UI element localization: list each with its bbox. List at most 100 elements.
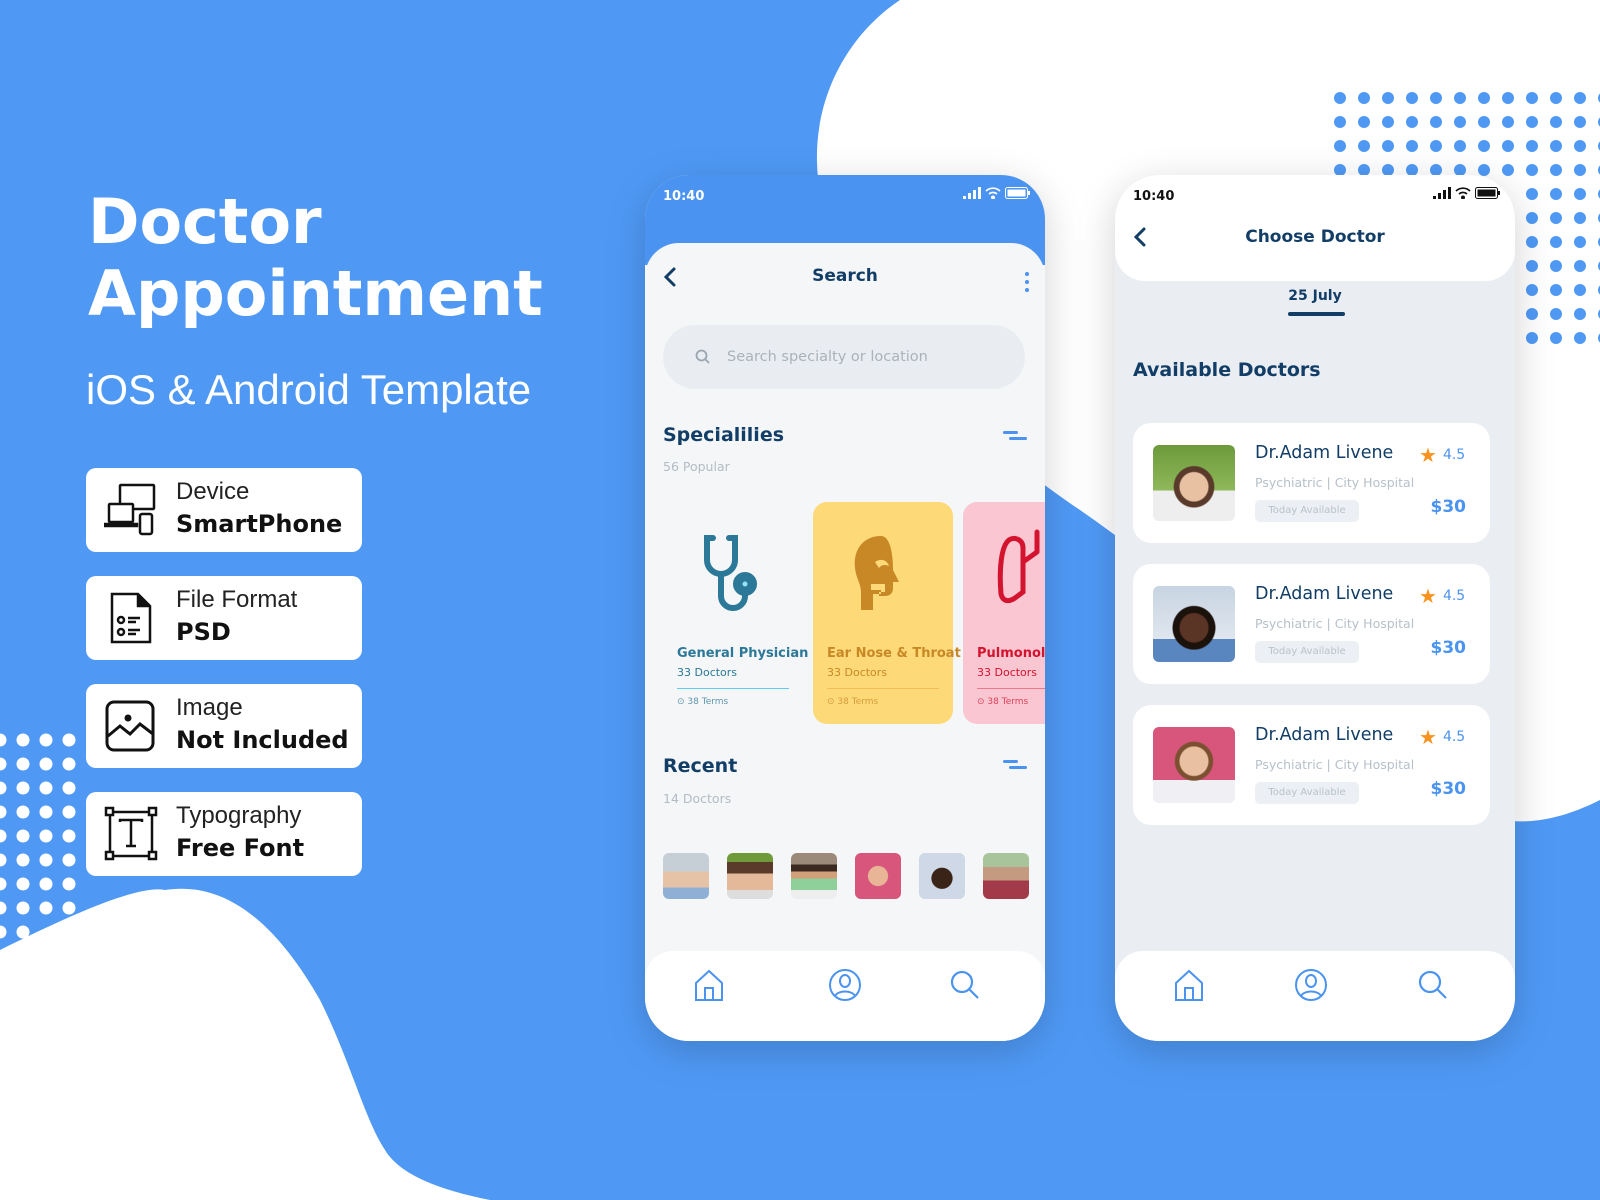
search-icon[interactable] xyxy=(947,967,983,1003)
recent-doctors-list xyxy=(663,853,1029,899)
info-card-typography: Typography Free Font xyxy=(86,792,362,876)
decor-dot xyxy=(0,733,7,747)
decor-dot xyxy=(1358,116,1370,128)
speciality-terms: ⊙ 38 Terms xyxy=(977,697,1029,707)
decor-dot xyxy=(1478,140,1490,152)
specialities-title: Specialilies xyxy=(663,424,785,446)
speciality-card[interactable]: Pulmonology 33 Doctors ⊙ 38 Terms xyxy=(963,502,1045,724)
info-card-label: Image xyxy=(176,694,243,721)
decor-dot xyxy=(1406,140,1418,152)
doctor-avatar[interactable] xyxy=(663,853,709,899)
specialities-carousel[interactable]: General Physician 33 Doctors ⊙ 38 Terms … xyxy=(663,502,1045,724)
decor-dot xyxy=(1526,212,1538,224)
availability-badge: Today Available xyxy=(1255,500,1359,522)
doctor-avatar[interactable] xyxy=(919,853,965,899)
decor-dot xyxy=(0,853,7,867)
doctor-card[interactable]: Dr.Adam Livene ★ 4.5 Psychiatric | City H… xyxy=(1133,705,1490,825)
decor-dot xyxy=(1334,92,1346,104)
decor-dot xyxy=(1574,212,1586,224)
decor-dot xyxy=(1526,140,1538,152)
divider xyxy=(977,688,1045,689)
doctor-card[interactable]: Dr.Adam Livene ★ 4.5 Psychiatric | City H… xyxy=(1133,564,1490,684)
decor-dot xyxy=(62,853,76,867)
decor-dot xyxy=(39,901,53,915)
decor-dot xyxy=(1574,332,1586,344)
doctor-specialty: Psychiatric | City Hospital xyxy=(1255,757,1415,772)
info-card-value: Free Font xyxy=(176,834,305,862)
decor-dot xyxy=(1550,212,1562,224)
decor-dot xyxy=(1526,92,1538,104)
decor-dot xyxy=(1526,236,1538,248)
doctor-avatar[interactable] xyxy=(791,853,837,899)
check-circle-icon: ⊙ xyxy=(977,697,988,707)
ent-head-icon xyxy=(854,536,899,610)
available-doctors-title: Available Doctors xyxy=(1133,359,1321,381)
speciality-terms: ⊙ 38 Terms xyxy=(677,697,729,707)
decor-dot xyxy=(1526,164,1538,176)
recent-filter-button[interactable] xyxy=(1003,760,1027,772)
decor-dot xyxy=(0,901,7,915)
decor-dot xyxy=(62,757,76,771)
decor-dot xyxy=(62,733,76,747)
decor-dot xyxy=(0,877,7,891)
decor-dot xyxy=(1550,164,1562,176)
page-title: Search xyxy=(812,266,878,286)
specialities-subtitle: 56 Popular xyxy=(663,459,730,474)
image-icon xyxy=(105,700,155,752)
doctor-rating: ★ 4.5 xyxy=(1419,584,1466,608)
search-input[interactable] xyxy=(727,345,1007,369)
star-icon: ★ xyxy=(1419,725,1437,749)
status-icons xyxy=(1433,187,1501,199)
decor-dot xyxy=(1550,236,1562,248)
decor-dot xyxy=(1382,116,1394,128)
date-tab[interactable]: 25 July xyxy=(1115,288,1515,304)
decor-dot xyxy=(16,925,30,939)
info-card-value: PSD xyxy=(176,618,231,646)
decor-dot xyxy=(1550,284,1562,296)
decor-dot xyxy=(1550,332,1562,344)
decor-dot xyxy=(1406,92,1418,104)
search-field[interactable] xyxy=(663,325,1025,389)
decor-dot xyxy=(16,901,30,915)
doctor-name: Dr.Adam Livene xyxy=(1255,443,1394,463)
decor-dot xyxy=(1574,284,1586,296)
decor-dot xyxy=(39,877,53,891)
decor-dot xyxy=(16,757,30,771)
speciality-name: Ear Nose & Throat xyxy=(827,646,961,661)
info-card-value: Not Included xyxy=(176,726,349,754)
decor-dot xyxy=(1478,92,1490,104)
search-icon[interactable] xyxy=(1415,967,1451,1003)
decor-dot xyxy=(1574,164,1586,176)
decor-dot xyxy=(62,877,76,891)
decor-dot xyxy=(1574,140,1586,152)
decor-dot xyxy=(16,781,30,795)
speciality-card[interactable]: Ear Nose & Throat 33 Doctors ⊙ 38 Terms xyxy=(813,502,961,724)
signal-icon xyxy=(963,187,981,199)
decor-dot xyxy=(1550,140,1562,152)
decor-dot xyxy=(16,733,30,747)
more-options-button[interactable] xyxy=(1023,270,1031,294)
decor-dot xyxy=(1574,236,1586,248)
decor-dot xyxy=(1334,140,1346,152)
profile-icon[interactable] xyxy=(1293,967,1329,1003)
battery-icon xyxy=(1005,187,1030,199)
decor-dot xyxy=(1574,188,1586,200)
decor-dot xyxy=(1358,140,1370,152)
decor-dot xyxy=(39,757,53,771)
hero-subtitle: iOS & Android Template xyxy=(86,366,532,413)
status-icons xyxy=(963,187,1031,199)
profile-icon[interactable] xyxy=(827,967,863,1003)
decor-dot xyxy=(1430,140,1442,152)
doctor-avatar[interactable] xyxy=(983,853,1029,899)
speciality-card[interactable]: General Physician 33 Doctors ⊙ 38 Terms xyxy=(663,502,808,724)
hero-title-line2: Appointment xyxy=(88,257,543,330)
home-icon[interactable] xyxy=(1171,967,1207,1003)
decor-dot xyxy=(1502,92,1514,104)
doctor-card[interactable]: Dr.Adam Livene ★ 4.5 Psychiatric | City H… xyxy=(1133,423,1490,543)
doctor-avatar[interactable] xyxy=(855,853,901,899)
speciality-terms: ⊙ 38 Terms xyxy=(827,697,879,707)
home-icon[interactable] xyxy=(691,967,727,1003)
status-time: 10:40 xyxy=(663,189,705,204)
specialities-filter-button[interactable] xyxy=(1003,431,1027,443)
doctor-avatar[interactable] xyxy=(727,853,773,899)
